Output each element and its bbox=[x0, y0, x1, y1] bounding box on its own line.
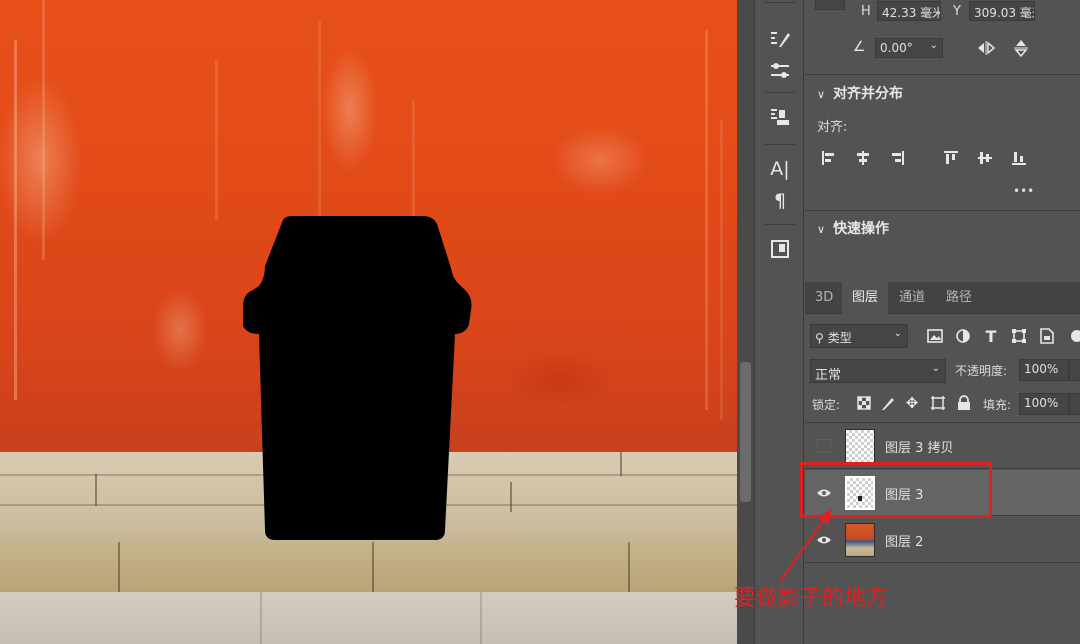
layers-panel-tabs: 3D 图层 通道 路径 bbox=[805, 282, 1080, 314]
align-section-title: 对齐并分布 bbox=[833, 86, 904, 102]
layer-thumbnail bbox=[845, 523, 875, 557]
layer-name[interactable]: 图层 2 bbox=[885, 531, 923, 550]
y-input[interactable]: 309.03 毫米 bbox=[969, 1, 1035, 21]
align-bottom-edges-icon[interactable] bbox=[1009, 148, 1029, 168]
properties-layers-panel: H 42.33 毫米 Y 309.03 毫米 ∠ 0.00° ⌄ ∨对齐并分布 … bbox=[805, 0, 1080, 644]
flip-vertical-icon[interactable] bbox=[1010, 38, 1032, 58]
lower-pavement bbox=[0, 592, 737, 644]
annotation-arrow bbox=[779, 509, 832, 582]
blend-mode-value: 正常 bbox=[815, 368, 842, 383]
clone-source-icon[interactable] bbox=[765, 104, 795, 130]
trash-can-silhouette[interactable] bbox=[241, 214, 473, 542]
glyph-panel-icon[interactable] bbox=[765, 236, 795, 262]
opacity-label: 不透明度: bbox=[955, 364, 1008, 378]
angle-icon: ∠ bbox=[852, 39, 866, 55]
canvas-vertical-scrollbar[interactable] bbox=[737, 0, 754, 644]
chevron-down-icon: ⌄ bbox=[931, 363, 940, 374]
fill-dropdown[interactable] bbox=[1069, 393, 1080, 415]
scrollbar-thumb[interactable] bbox=[740, 362, 751, 502]
layer-filter-select[interactable]: ⚲ 类型 ⌄ bbox=[810, 324, 908, 348]
filter-type-layers-icon[interactable]: T bbox=[981, 326, 1001, 346]
align-top-edges-icon[interactable] bbox=[941, 148, 961, 168]
align-horizontal-centers-icon[interactable] bbox=[853, 148, 873, 168]
layer-row-layer-2[interactable]: 图层 2 bbox=[805, 517, 1080, 563]
lock-position-icon[interactable]: ✥ bbox=[903, 394, 921, 412]
layer-visibility-toggle[interactable] bbox=[817, 439, 831, 453]
align-label: 对齐: bbox=[817, 120, 848, 135]
blend-mode-select[interactable]: 正常 ⌄ bbox=[810, 359, 946, 383]
filter-smart-objects-icon[interactable] bbox=[1037, 326, 1057, 346]
character-icon[interactable]: A| bbox=[765, 156, 795, 182]
flip-horizontal-icon[interactable] bbox=[975, 38, 997, 58]
lock-transparent-pixels-icon[interactable] bbox=[855, 394, 873, 412]
lock-artboard-icon[interactable] bbox=[929, 394, 947, 412]
angle-value: 0.00° bbox=[880, 41, 913, 55]
filter-shape-layers-icon[interactable] bbox=[1009, 326, 1029, 346]
more-options-icon[interactable]: ••• bbox=[1013, 184, 1034, 198]
quick-actions-section-header[interactable]: ∨ 快速操作 bbox=[817, 218, 889, 238]
link-dimensions-button[interactable] bbox=[815, 0, 845, 10]
tab-channels[interactable]: 通道 bbox=[889, 282, 935, 314]
align-vertical-centers-icon[interactable] bbox=[975, 148, 995, 168]
tab-layers[interactable]: 图层 bbox=[842, 282, 889, 314]
align-left-edges-icon[interactable] bbox=[819, 148, 839, 168]
filter-pixel-layers-icon[interactable] bbox=[925, 326, 945, 346]
annotation-text: 要做影子的地方 bbox=[734, 586, 889, 611]
chevron-down-icon: ⌄ bbox=[893, 328, 902, 339]
filter-label: 类型 bbox=[827, 331, 852, 345]
search-icon: ⚲ bbox=[815, 331, 824, 345]
document-canvas[interactable] bbox=[0, 0, 737, 644]
y-label: Y bbox=[953, 4, 961, 19]
align-right-edges-icon[interactable] bbox=[887, 148, 907, 168]
opacity-dropdown[interactable] bbox=[1069, 359, 1080, 381]
fill-input[interactable]: 100% bbox=[1019, 393, 1069, 415]
brush-presets-icon[interactable] bbox=[765, 58, 795, 84]
angle-input[interactable]: 0.00° ⌄ bbox=[875, 38, 943, 58]
tab-paths[interactable]: 路径 bbox=[936, 282, 982, 314]
chevron-down-icon: ∨ bbox=[817, 223, 826, 236]
paragraph-icon[interactable]: ¶ bbox=[765, 188, 795, 214]
layer-name[interactable]: 图层 3 拷贝 bbox=[885, 437, 954, 456]
opacity-input[interactable]: 100% bbox=[1019, 359, 1069, 381]
brush-settings-icon[interactable] bbox=[765, 26, 795, 52]
layer-thumbnail bbox=[845, 429, 875, 463]
tab-3d[interactable]: 3D bbox=[805, 282, 843, 314]
fill-label: 填充: bbox=[983, 398, 1012, 412]
quick-actions-title: 快速操作 bbox=[833, 221, 890, 237]
stone-step bbox=[0, 542, 737, 592]
align-section-header[interactable]: ∨ 对齐并分布 bbox=[817, 83, 903, 103]
lock-label: 锁定: bbox=[812, 398, 841, 412]
lock-all-icon[interactable] bbox=[955, 394, 973, 412]
filter-toggle-icon[interactable] bbox=[1067, 326, 1080, 346]
filter-adjustment-layers-icon[interactable] bbox=[953, 326, 973, 346]
chevron-down-icon: ∨ bbox=[817, 88, 826, 101]
height-label: H bbox=[861, 4, 871, 19]
chevron-down-icon: ⌄ bbox=[929, 40, 938, 51]
lock-image-pixels-icon[interactable] bbox=[879, 394, 897, 412]
height-input[interactable]: 42.33 毫米 bbox=[877, 1, 941, 21]
